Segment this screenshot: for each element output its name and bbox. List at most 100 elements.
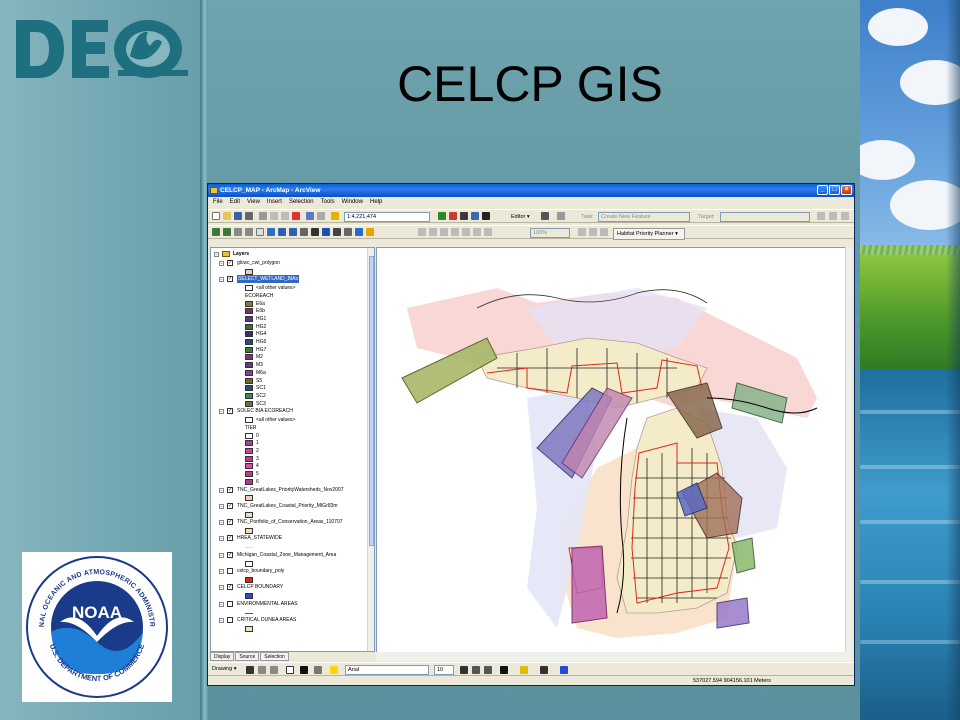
editor-toolbar-icon[interactable]: [438, 212, 446, 220]
layout-pan-icon[interactable]: [440, 228, 448, 236]
target-combo[interactable]: [720, 212, 810, 222]
menu-insert[interactable]: Insert: [267, 197, 282, 208]
layout-zoom-in-icon[interactable]: [418, 228, 426, 236]
layer-visibility-checkbox[interactable]: ✓: [227, 551, 233, 558]
collapse-icon[interactable]: −: [219, 617, 224, 623]
zoom-whole-page-icon[interactable]: [451, 228, 459, 236]
zoom-to-elements-icon[interactable]: [270, 666, 278, 674]
maximize-button[interactable]: □: [829, 185, 840, 195]
zoom-in-icon[interactable]: [212, 228, 220, 236]
font-combo[interactable]: Arial: [345, 665, 429, 675]
menu-window[interactable]: Window: [342, 197, 363, 208]
menu-edit[interactable]: Edit: [230, 197, 240, 208]
tab-selection[interactable]: Selection: [260, 652, 289, 661]
layer-visibility-checkbox[interactable]: ✓: [227, 584, 233, 591]
line-color-icon[interactable]: [540, 666, 548, 674]
paste-icon[interactable]: [281, 212, 289, 220]
back-extent-icon[interactable]: [278, 228, 286, 236]
layer-visibility-checkbox[interactable]: ✓: [227, 535, 233, 542]
font-size-combo[interactable]: 10: [434, 665, 454, 675]
layer-visibility-checkbox[interactable]: [227, 616, 233, 623]
attributes-icon[interactable]: [841, 212, 849, 220]
collapse-icon[interactable]: −: [219, 520, 224, 526]
zoom-100-icon[interactable]: [462, 228, 470, 236]
lightning-icon[interactable]: [366, 228, 374, 236]
rectangle-icon[interactable]: [286, 666, 294, 674]
undo-icon[interactable]: [306, 212, 314, 220]
layout-zoom-out-icon[interactable]: [429, 228, 437, 236]
minimize-button[interactable]: _: [817, 185, 828, 195]
map-vertical-scrollbar[interactable]: [845, 247, 852, 652]
close-button[interactable]: ×: [841, 185, 852, 195]
zoom-out-icon[interactable]: [223, 228, 231, 236]
select-elements-icon[interactable]: [311, 228, 319, 236]
toc-scrollbar[interactable]: [367, 248, 374, 651]
menu-file[interactable]: File: [213, 197, 223, 208]
pan-icon[interactable]: [256, 228, 264, 236]
italic-icon[interactable]: [472, 666, 480, 674]
delete-icon[interactable]: [292, 212, 300, 220]
collapse-icon[interactable]: −: [214, 252, 219, 257]
habitat-priority-planner-menu[interactable]: Habitat Priority Planner ▾: [613, 228, 685, 240]
collapse-icon[interactable]: −: [219, 260, 224, 266]
select-features-icon[interactable]: [300, 228, 308, 236]
layer-visibility-checkbox[interactable]: ✓: [227, 519, 233, 526]
collapse-icon[interactable]: −: [219, 487, 224, 493]
open-icon[interactable]: [223, 212, 231, 220]
whats-this-icon[interactable]: [482, 212, 490, 220]
edit-tool-icon[interactable]: [541, 212, 549, 220]
layer-visibility-checkbox[interactable]: [227, 600, 233, 607]
arctoolbox-icon[interactable]: [449, 212, 457, 220]
layout-zoom-combo[interactable]: 100%: [530, 228, 570, 238]
add-data-icon[interactable]: [331, 212, 339, 220]
edit-vertices-icon[interactable]: [330, 666, 338, 674]
collapse-icon[interactable]: −: [219, 409, 224, 415]
menu-selection[interactable]: Selection: [289, 197, 314, 208]
collapse-icon[interactable]: −: [219, 277, 224, 283]
layer-visibility-checkbox[interactable]: ✓: [227, 259, 233, 266]
catalog-icon[interactable]: [471, 212, 479, 220]
focus-frame-icon[interactable]: [589, 228, 597, 236]
rotate-tool-icon[interactable]: [829, 212, 837, 220]
collapse-icon[interactable]: −: [219, 503, 224, 509]
collapse-icon[interactable]: −: [219, 569, 224, 574]
menu-tools[interactable]: Tools: [321, 197, 335, 208]
hyperlink-icon[interactable]: [355, 228, 363, 236]
menu-view[interactable]: View: [247, 197, 260, 208]
toggle-draft-icon[interactable]: [578, 228, 586, 236]
layer-visibility-checkbox[interactable]: ✓: [227, 502, 233, 509]
tab-display[interactable]: Display: [210, 652, 235, 661]
layer-visibility-checkbox[interactable]: ✓: [227, 408, 233, 415]
redo-icon[interactable]: [317, 212, 325, 220]
task-combo[interactable]: Create New Feature: [598, 212, 690, 222]
collapse-icon[interactable]: −: [219, 552, 224, 558]
font-color-icon[interactable]: [500, 666, 508, 674]
toc-scroll-thumb[interactable]: [369, 256, 374, 546]
michigan-map[interactable]: [377, 248, 852, 661]
layer-visibility-checkbox[interactable]: [227, 568, 233, 574]
fixed-zoom-in-icon[interactable]: [234, 228, 242, 236]
menu-help[interactable]: Help: [370, 197, 382, 208]
identify-icon[interactable]: [322, 228, 330, 236]
text-icon[interactable]: [300, 666, 308, 674]
underline-icon[interactable]: [484, 666, 492, 674]
rotate-icon[interactable]: [258, 666, 266, 674]
print-icon[interactable]: [245, 212, 253, 220]
layer-visibility-checkbox[interactable]: ✓: [227, 486, 233, 493]
map-horizontal-scrollbar[interactable]: [376, 652, 852, 661]
callout-icon[interactable]: [314, 666, 322, 674]
layout-forward-icon[interactable]: [484, 228, 492, 236]
new-icon[interactable]: [212, 212, 220, 220]
editor-menu[interactable]: Editor ▾: [511, 212, 530, 222]
full-extent-icon[interactable]: [267, 228, 275, 236]
map-scale-combo[interactable]: 1:4,221,474: [344, 212, 430, 222]
save-icon[interactable]: [234, 212, 242, 220]
split-tool-icon[interactable]: [817, 212, 825, 220]
collapse-icon[interactable]: −: [219, 536, 224, 542]
forward-extent-icon[interactable]: [289, 228, 297, 236]
find-icon[interactable]: [333, 228, 341, 236]
collapse-icon[interactable]: −: [219, 601, 224, 607]
map-view[interactable]: [376, 247, 852, 661]
collapse-icon[interactable]: −: [219, 585, 224, 591]
bold-icon[interactable]: [460, 666, 468, 674]
